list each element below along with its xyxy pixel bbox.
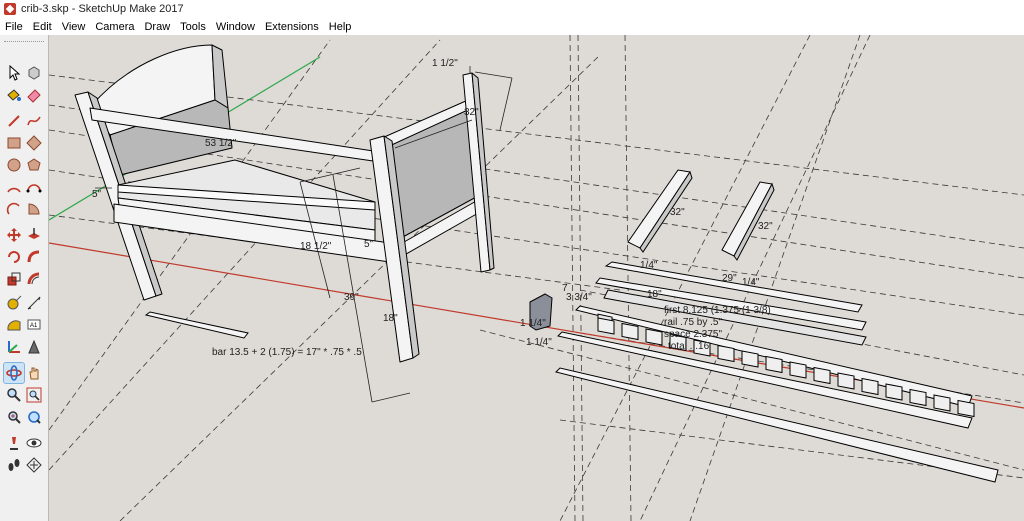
rectangle-icon[interactable]	[4, 133, 24, 153]
zoom-window-icon[interactable]	[24, 385, 44, 405]
follow-me-icon[interactable]	[24, 247, 44, 267]
dim-32-slat-1: 32"	[670, 207, 685, 218]
dim-18-small: 18"	[647, 289, 662, 300]
scale-icon[interactable]	[4, 269, 24, 289]
menu-help[interactable]: Help	[324, 21, 357, 33]
note-bar: bar 13.5 + 2 (1.75) = 17" * .75 * .5	[212, 347, 362, 358]
note-first: first 8.125 (1.375 (1 3/8)	[664, 305, 771, 316]
protractor-icon[interactable]	[4, 315, 24, 335]
crib-model[interactable]	[74, 44, 495, 363]
dim-1-1-2: 1 1/2"	[432, 58, 458, 69]
zoom-extents-icon[interactable]	[4, 407, 24, 427]
pan-icon[interactable]	[24, 363, 44, 383]
rotated-rectangle-icon[interactable]	[24, 133, 44, 153]
spindle-block[interactable]	[885, 383, 903, 401]
dim-53-1-2: 53 1/2"	[205, 138, 237, 149]
tape-measure-icon[interactable]	[4, 293, 24, 313]
dim-32-slat-2: 32"	[758, 221, 773, 232]
two-point-arc-icon[interactable]	[24, 177, 44, 197]
text-icon[interactable]: A1	[24, 315, 44, 335]
pie-icon[interactable]	[24, 199, 44, 219]
freehand-icon[interactable]	[24, 111, 44, 131]
dim-29: 29"	[722, 273, 737, 284]
menu-edit[interactable]: Edit	[28, 21, 57, 33]
dim-7: 7	[562, 283, 568, 294]
dim-1-4-b: 1/4"	[742, 277, 760, 288]
svg-text:A1: A1	[30, 323, 38, 329]
dim-18-right: 18"	[383, 313, 398, 324]
toolbar-grip[interactable]	[4, 41, 44, 48]
dim-18-1-2: 18 1/2"	[300, 241, 332, 252]
dim-3-3-4: 3 3/4"	[566, 292, 592, 303]
paint-bucket-icon[interactable]	[4, 85, 24, 105]
spindle-block[interactable]	[957, 399, 975, 418]
spindle-block[interactable]	[837, 372, 855, 390]
offset-icon[interactable]	[24, 269, 44, 289]
spindle-block[interactable]	[645, 328, 663, 346]
note-space: space 2.375"	[664, 329, 722, 340]
rotate-icon[interactable]	[4, 247, 24, 267]
loose-bar[interactable]	[144, 311, 249, 339]
three-point-arc-icon[interactable]	[4, 199, 24, 219]
dim-5-mid: 5"	[364, 239, 374, 250]
large-tool-set-toolbar: A1	[0, 35, 49, 521]
eraser-icon[interactable]	[24, 85, 44, 105]
select-icon[interactable]	[4, 63, 24, 83]
dim-5-left: 5"	[92, 189, 102, 200]
model-viewport[interactable]: 1 1/2" 32" 53 1/2" 5" 18 1/2" 5" 39" 18"…	[49, 35, 1024, 521]
dimension-icon[interactable]	[24, 293, 44, 313]
spindle-block[interactable]	[765, 355, 783, 374]
spindle-block[interactable]	[597, 317, 615, 335]
note-total: total ...16	[668, 341, 710, 352]
zoom-icon[interactable]	[4, 385, 24, 405]
menu-tools[interactable]: Tools	[175, 21, 211, 33]
spindle-block[interactable]	[813, 366, 831, 385]
make-component-icon[interactable]	[24, 63, 44, 83]
look-around-icon[interactable]	[24, 433, 44, 453]
title-bar: crib-3.skp - SketchUp Make 2017	[0, 0, 1024, 18]
spindle-block[interactable]	[933, 394, 951, 412]
position-camera-icon[interactable]	[4, 433, 24, 453]
section-plane-icon[interactable]	[24, 455, 44, 475]
menu-camera[interactable]: Camera	[90, 21, 139, 33]
menu-file[interactable]: File	[0, 21, 28, 33]
arc-icon[interactable]	[4, 177, 24, 197]
3d-text-icon[interactable]	[24, 337, 44, 357]
orbit-icon[interactable]	[3, 362, 25, 384]
push-pull-icon[interactable]	[24, 225, 44, 245]
3d-scene[interactable]: 1 1/2" 32" 53 1/2" 5" 18 1/2" 5" 39" 18"…	[49, 35, 1024, 521]
spindle-block[interactable]	[789, 361, 807, 379]
walk-icon[interactable]	[4, 455, 24, 475]
dim-1-1-4-c: 1 1/4"	[520, 318, 546, 329]
menu-extensions[interactable]: Extensions	[260, 21, 324, 33]
spindle-block[interactable]	[861, 377, 879, 396]
menu-draw[interactable]: Draw	[139, 21, 175, 33]
dim-39: 39"	[344, 292, 359, 303]
move-icon[interactable]	[4, 225, 24, 245]
spindle-block[interactable]	[717, 344, 735, 363]
dim-32-top: 32"	[464, 107, 479, 118]
dim-1-1-4-d: 1 1/4"	[526, 337, 552, 348]
line-icon[interactable]	[4, 111, 24, 131]
spindle-block[interactable]	[909, 388, 927, 407]
dim-1-4-a: 1/4"	[640, 260, 658, 271]
previous-view-icon[interactable]	[24, 407, 44, 427]
menu-view[interactable]: View	[57, 21, 91, 33]
axes-icon[interactable]	[4, 337, 24, 357]
spindle-block[interactable]	[741, 350, 759, 368]
menu-window[interactable]: Window	[211, 21, 260, 33]
polygon-icon[interactable]	[24, 155, 44, 175]
menu-bar: File Edit View Camera Draw Tools Window …	[0, 18, 1024, 36]
note-rail: rail .75 by .5"	[664, 317, 722, 328]
sketchup-logo-icon	[4, 3, 16, 15]
window-title: crib-3.skp - SketchUp Make 2017	[21, 3, 184, 15]
circle-icon[interactable]	[4, 155, 24, 175]
spindle-block[interactable]	[621, 322, 639, 341]
